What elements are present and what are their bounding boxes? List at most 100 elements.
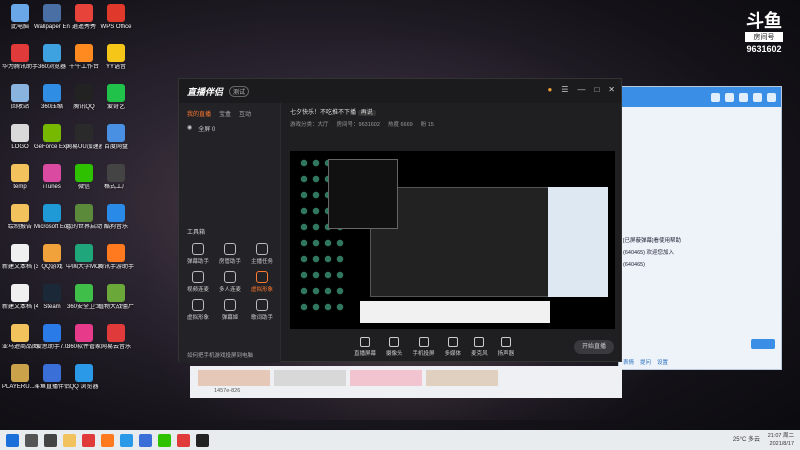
desktop-icon[interactable]: 360软件管家 [66,324,102,351]
desktop-icon[interactable]: iTunes [34,164,70,191]
desktop-icon[interactable]: GeForce Experience [34,124,70,151]
desktop-icon[interactable]: WPS Office [98,4,134,31]
tool-item[interactable]: 弹幕姬 [215,299,245,321]
desktop-icon[interactable]: YY语音 [98,44,134,71]
live-preview[interactable] [290,151,615,329]
menu-icon[interactable]: ☰ [561,85,568,94]
weather-text[interactable]: 25°C 多云 [733,434,760,443]
eye-icon[interactable]: ◉ [187,124,192,133]
desktop-icon[interactable]: 微信 [66,164,102,191]
desktop-icon[interactable]: 植物大战僵尸2010年度版 [98,284,134,311]
desktop-icon[interactable]: temp [2,164,38,191]
desktop-icon[interactable]: 网易云音乐 [98,324,134,351]
task-view-icon[interactable] [44,433,57,447]
desktop-icon[interactable]: 中国大学MOOC [66,244,102,271]
thumbnail[interactable] [350,370,422,386]
chat-footer-item[interactable]: 设置 [657,358,668,366]
desktop-icon[interactable]: 格式工厂 [98,164,134,191]
desktop-icon-label: 腾讯手游助手 [98,264,134,270]
tool-item[interactable]: 房管助手 [215,243,245,265]
tool-icon [224,243,236,255]
desktop-icon[interactable]: 爱奇艺 [98,84,134,111]
desktop-icon[interactable]: 360压缩 [34,84,70,111]
desktop-icon[interactable]: 绘制报告 [2,204,38,231]
avatar[interactable]: ● [547,85,552,94]
app-icon[interactable] [139,433,152,447]
app-icon[interactable] [158,433,171,447]
tool-item[interactable]: 歌词助手 [247,299,277,321]
desktop-icon[interactable]: PLAYERU... BATTLEG... [2,364,38,391]
room-tag[interactable]: 再说 [357,110,376,116]
close-icon[interactable] [767,92,776,102]
send-button[interactable] [751,339,775,349]
phone-cast-button[interactable]: 手机投屏 [413,337,435,357]
gift-icon[interactable] [725,92,734,102]
app-icon[interactable] [196,433,209,447]
speaker-button[interactable]: 扬声器 [498,337,514,357]
chat-line: (640465) [623,262,646,268]
search-icon[interactable] [25,433,38,447]
strip-text: 1457e-826 [214,388,241,394]
tool-item[interactable]: 虚拟形象 [183,299,213,321]
desktop-icon[interactable]: QQ游戏 [34,244,70,271]
desktop-icon[interactable]: 新建文本档 (3) [2,244,38,271]
maximize-icon[interactable]: □ [594,85,599,94]
desktop-icon[interactable]: Wallpaper Engine: ... [34,4,70,31]
tab-interact[interactable]: 互动 [239,109,251,118]
tool-item[interactable]: 主播任务 [247,243,277,265]
app-icon[interactable] [82,433,95,447]
desktop-icon[interactable]: 回收站 [2,84,38,111]
close-icon[interactable]: ✕ [608,85,615,94]
desktop-icon[interactable]: 爱思助手7.0 [34,324,70,351]
desktop-icon[interactable]: 酷狗音乐 [98,204,134,231]
desktop-icon[interactable]: 网易UU加速器 [66,124,102,151]
room-title[interactable]: 七夕快乐！不吃推不下播 [290,110,356,116]
media-button[interactable]: 多媒体 [445,337,461,357]
chat-footer-item[interactable]: 提问 [640,358,651,366]
tool-item[interactable]: 多人连麦 [215,271,245,293]
tab-my-live[interactable]: 我的直播 [187,109,211,118]
room-meta: 游戏分类：大厅 [290,122,329,128]
app-icon[interactable] [101,433,114,447]
desktop-icon[interactable]: 华为腾讯助手 [2,44,38,71]
desktop-icon[interactable]: 我的世界启动器 [66,204,102,231]
desktop-icon[interactable]: Microsoft Edge [34,204,70,231]
tab-box[interactable]: 宝盒 [219,109,231,118]
tool-item[interactable]: 弹幕助手 [183,243,213,265]
tool-item[interactable]: 虚拟形象 [247,271,277,293]
home-icon[interactable] [711,92,720,102]
thumbnail[interactable] [426,370,498,386]
desktop-icon[interactable]: 360安全卫士 [66,284,102,311]
screen-capture-button[interactable]: 直播屏幕 [354,337,376,357]
thumbnail[interactable] [274,370,346,386]
desktop-icon[interactable]: 360浏览器 [34,44,70,71]
desktop-icon[interactable]: 新建文本档 (4) [2,284,38,311]
user-icon[interactable] [739,92,748,102]
help-link[interactable]: 如何把手机游戏投屏到电脑 [187,351,253,359]
desktop-icon[interactable]: 腾讯手游助手 [98,244,134,271]
desktop-icon[interactable]: 腾讯QQ [66,84,102,111]
chat-footer-item[interactable]: 表情 [623,358,634,366]
windows-start-icon[interactable] [6,433,19,447]
camera-button[interactable]: 摄像头 [386,337,403,357]
file-explorer-icon[interactable] [63,433,76,447]
settings-icon[interactable] [753,92,762,102]
desktop-icon[interactable]: LOGO [2,124,38,151]
minimize-icon[interactable]: — [577,85,585,94]
desktop-icon[interactable]: 千牛工作台 [66,44,102,71]
desktop-icon[interactable]: 斗鱼直播伴侣 [34,364,70,391]
app-icon[interactable] [120,433,133,447]
app-icon[interactable] [177,433,190,447]
desktop-icon[interactable]: 此电脑 [2,4,38,31]
desktop-icon[interactable]: 百度网盘 [98,124,134,151]
thumbnail[interactable] [198,370,270,386]
scene-item[interactable]: ◉ 全屏 0 [179,124,280,133]
tool-item[interactable]: 视频连麦 [183,271,213,293]
desktop-icon[interactable]: QQ 浏览器 [66,364,102,391]
desktop-icon[interactable]: 逍遥秀秀 [66,4,102,31]
clock[interactable]: 21:07 周二 2021/8/17 [768,432,794,448]
start-live-button[interactable]: 开始直播 [574,340,614,354]
desktop-icon[interactable]: Steam [34,284,70,311]
microphone-button[interactable]: 麦克风 [471,337,488,357]
desktop-icon[interactable]: 亚马逊商品图 [2,324,38,351]
